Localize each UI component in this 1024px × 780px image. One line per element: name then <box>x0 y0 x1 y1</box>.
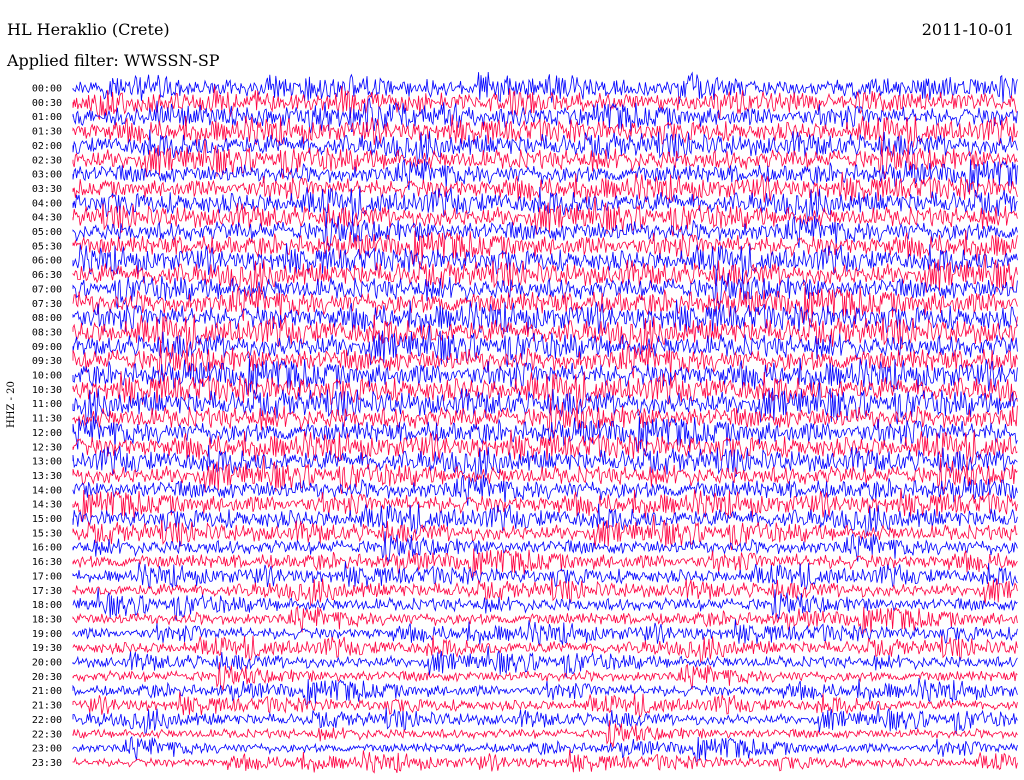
time-tick-label: 05:00 <box>32 227 62 238</box>
seismic-trace-line <box>72 691 1018 718</box>
time-tick-label: 00:00 <box>32 84 62 95</box>
time-tick-label: 20:00 <box>32 658 62 669</box>
seismic-trace-line <box>72 635 1018 663</box>
time-tick-label: 10:00 <box>32 371 62 382</box>
time-tick-label: 12:00 <box>32 428 62 439</box>
seismic-trace-line <box>72 735 1018 763</box>
seismic-trace-line <box>72 230 1018 265</box>
time-tick-label: 09:00 <box>32 342 62 353</box>
time-tick-label: 21:00 <box>32 686 62 697</box>
seismic-trace-line <box>72 619 1018 646</box>
time-tick-label: 19:30 <box>32 643 62 654</box>
time-tick-label: 15:00 <box>32 514 62 525</box>
seismic-trace-line <box>72 605 1018 635</box>
time-tick-label: 01:00 <box>32 112 62 123</box>
time-tick-label: 12:30 <box>32 442 62 453</box>
seismic-trace-line <box>72 749 1018 774</box>
time-tick-label: 13:30 <box>32 471 62 482</box>
time-tick-label: 02:30 <box>32 155 62 166</box>
time-tick-label: 02:00 <box>32 141 62 152</box>
time-tick-label: 21:30 <box>32 701 62 712</box>
time-tick-label: 06:00 <box>32 256 62 267</box>
time-tick-label: 13:00 <box>32 457 62 468</box>
time-tick-label: 07:00 <box>32 284 62 295</box>
time-tick-label: 16:30 <box>32 557 62 568</box>
time-labels: 00:00 00:30 01:00 01:30 02:00 02:30 03:00 03:30… <box>32 84 62 769</box>
time-tick-label: 11:30 <box>32 414 62 425</box>
seismic-traces <box>72 71 1018 774</box>
time-tick-label: 19:00 <box>32 629 62 640</box>
time-tick-label: 08:30 <box>32 327 62 338</box>
time-tick-label: 01:30 <box>32 127 62 138</box>
time-tick-label: 18:30 <box>32 614 62 625</box>
seismic-trace-line <box>72 587 1018 621</box>
time-tick-label: 09:30 <box>32 356 62 367</box>
time-tick-label: 00:30 <box>32 98 62 109</box>
time-tick-label: 14:00 <box>32 485 62 496</box>
time-tick-label: 20:30 <box>32 672 62 683</box>
time-tick-label: 16:00 <box>32 543 62 554</box>
time-tick-label: 11:00 <box>32 399 62 410</box>
seismic-trace-line <box>72 381 1018 425</box>
time-tick-label: 10:30 <box>32 385 62 396</box>
time-tick-label: 17:00 <box>32 571 62 582</box>
seismic-trace-line <box>72 704 1018 735</box>
time-tick-label: 08:00 <box>32 313 62 324</box>
time-tick-label: 22:30 <box>32 729 62 740</box>
time-tick-label: 04:30 <box>32 213 62 224</box>
time-tick-label: 14:30 <box>32 500 62 511</box>
time-tick-label: 18:00 <box>32 600 62 611</box>
time-tick-label: 23:00 <box>32 744 62 755</box>
time-tick-label: 23:30 <box>32 758 62 769</box>
time-tick-label: 06:30 <box>32 270 62 281</box>
time-tick-label: 17:30 <box>32 586 62 597</box>
time-tick-label: 03:30 <box>32 184 62 195</box>
time-tick-label: 15:30 <box>32 528 62 539</box>
time-tick-label: 03:00 <box>32 170 62 181</box>
time-tick-label: 07:30 <box>32 299 62 310</box>
time-tick-label: 22:00 <box>32 715 62 726</box>
time-tick-label: 04:00 <box>32 198 62 209</box>
time-tick-label: 05:30 <box>32 241 62 252</box>
helicorder-plot: 00:00 00:30 01:00 01:30 02:00 02:30 03:00 03:30… <box>32 71 1018 774</box>
